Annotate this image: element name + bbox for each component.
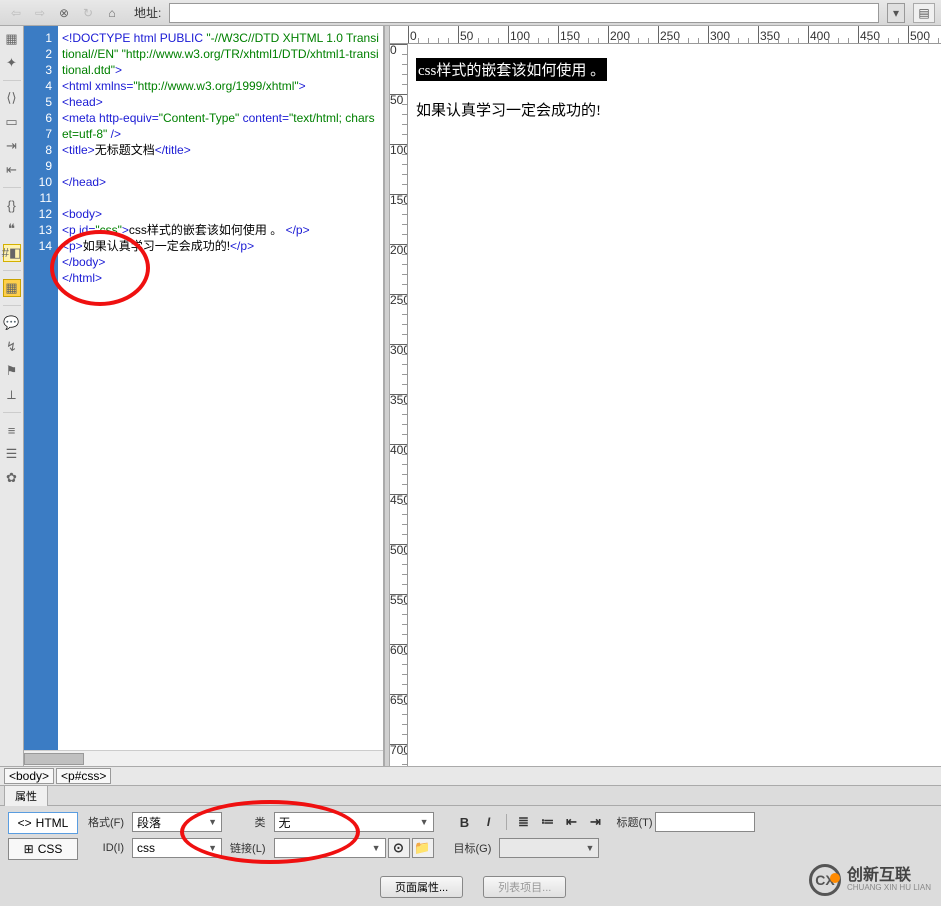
tool-link-icon[interactable]: ↯ xyxy=(3,338,21,356)
code-icon: <> xyxy=(18,816,32,830)
chevron-down-icon: ▼ xyxy=(420,817,429,827)
address-label: 地址: xyxy=(134,4,161,21)
properties-tab[interactable]: 属性 xyxy=(4,785,48,806)
tool-list-icon[interactable]: ☰ xyxy=(3,445,21,463)
outdent-button[interactable]: ⇤ xyxy=(561,812,583,832)
home-icon[interactable]: ⌂ xyxy=(102,3,122,23)
stop-icon[interactable]: ⊗ xyxy=(54,3,74,23)
id-select[interactable]: css▼ xyxy=(132,838,222,858)
main-area: ▦ ✦ ⟨⟩ ▭ ⇥ ⇤ {} ❝ #◧ ▦ 💬 ↯ ⚑ ⟂ ≡ ☰ ✿ 123… xyxy=(0,26,941,766)
properties-tab-bar: 属性 xyxy=(0,786,941,806)
tag-selector-bar: <body> <p#css> xyxy=(0,766,941,786)
forward-icon[interactable]: ⇨ xyxy=(30,3,50,23)
class-select[interactable]: 无▼ xyxy=(274,812,434,832)
link-point-icon[interactable]: ⊙ xyxy=(388,838,410,858)
tag-chip-body[interactable]: <body> xyxy=(4,768,54,784)
brand-logo: CX 创新互联 CHUANG XIN HU LIAN xyxy=(809,864,931,896)
address-toolbar: ⇦ ⇨ ⊗ ↻ ⌂ 地址: ▾ ▤ xyxy=(0,0,941,26)
tool-outdent-icon[interactable]: ⇤ xyxy=(3,161,21,179)
tool-bracket-icon[interactable]: {} xyxy=(3,196,21,214)
title-attr-label: 标题(T) xyxy=(617,814,653,830)
tag-chip-p-css[interactable]: <p#css> xyxy=(56,768,111,784)
id-label: ID(I) xyxy=(88,842,124,854)
chevron-down-icon: ▼ xyxy=(372,843,381,853)
list-item-button: 列表项目... xyxy=(483,876,566,898)
properties-panel: <> HTML ⊞ CSS 格式(F) 段落▼ 类 无▼ ID(I) css▼ … xyxy=(0,806,941,906)
code-h-scrollbar[interactable] xyxy=(24,750,383,766)
tool-tag-icon[interactable]: ⟨⟩ xyxy=(3,89,21,107)
address-dropdown-icon[interactable]: ▾ xyxy=(887,3,905,23)
tool-highlight-icon[interactable]: #◧ xyxy=(3,244,21,262)
tool-wand-icon[interactable]: ✦ xyxy=(3,54,21,72)
code-gutter: 1234567891011121314 xyxy=(24,26,58,750)
chevron-down-icon: ▼ xyxy=(208,843,217,853)
tool-quote-icon[interactable]: ❝ xyxy=(3,220,21,238)
tool-collapse-icon[interactable]: ▦ xyxy=(3,30,21,48)
link-browse-icon[interactable]: 📁 xyxy=(412,838,434,858)
link-select[interactable]: ▼ xyxy=(274,838,386,858)
bold-button[interactable]: B xyxy=(454,812,476,832)
tool-indent-icon[interactable]: ⇥ xyxy=(3,137,21,155)
css-icon: ⊞ xyxy=(24,842,34,856)
tool-misc-icon[interactable]: ✿ xyxy=(3,469,21,487)
tool-flag-icon[interactable]: ⚑ xyxy=(3,362,21,380)
code-editor[interactable]: <!DOCTYPE html PUBLIC "-//W3C//DTD XHTML… xyxy=(58,26,383,750)
back-icon[interactable]: ⇦ xyxy=(6,3,26,23)
page-properties-button[interactable]: 页面属性... xyxy=(380,876,463,898)
refresh-icon[interactable]: ↻ xyxy=(78,3,98,23)
ol-button[interactable]: ≔ xyxy=(537,812,559,832)
class-label: 类 xyxy=(230,814,265,830)
tool-comment-icon[interactable]: 💬 xyxy=(3,314,21,332)
tool-palette-icon[interactable]: ▦ xyxy=(3,279,21,297)
address-input[interactable] xyxy=(169,3,879,23)
css-mode-button[interactable]: ⊞ CSS xyxy=(8,838,78,860)
tool-align-icon[interactable]: ≡ xyxy=(3,421,21,439)
ul-button[interactable]: ≣ xyxy=(513,812,535,832)
format-select[interactable]: 段落▼ xyxy=(132,812,222,832)
link-label: 链接(L) xyxy=(230,840,265,856)
preview-selected-text[interactable]: css样式的嵌套该如何使用 。 xyxy=(416,58,607,81)
tool-ruler-icon[interactable]: ⟂ xyxy=(3,386,21,404)
tool-box-icon[interactable]: ▭ xyxy=(3,113,21,131)
ruler-horizontal: 050100150200250300350400450500 xyxy=(390,26,941,44)
title-input[interactable] xyxy=(655,812,755,832)
preview-panel: 050100150200250300350400450500 050100150… xyxy=(390,26,941,766)
format-label: 格式(F) xyxy=(88,814,124,830)
target-label: 目标(G) xyxy=(454,840,492,856)
html-mode-button[interactable]: <> HTML xyxy=(8,812,78,834)
ruler-vertical: 0501001502002503003504004505005506006507… xyxy=(390,44,408,766)
code-panel: 1234567891011121314 <!DOCTYPE html PUBLI… xyxy=(24,26,384,766)
chevron-down-icon: ▼ xyxy=(208,817,217,827)
grid-view-icon[interactable]: ▤ xyxy=(913,3,935,23)
preview-paragraph[interactable]: 如果认真学习一定会成功的! xyxy=(416,99,933,120)
side-toolbar: ▦ ✦ ⟨⟩ ▭ ⇥ ⇤ {} ❝ #◧ ▦ 💬 ↯ ⚑ ⟂ ≡ ☰ ✿ xyxy=(0,26,24,766)
preview-content[interactable]: css样式的嵌套该如何使用 。 如果认真学习一定会成功的! xyxy=(408,44,941,766)
indent-button[interactable]: ⇥ xyxy=(585,812,607,832)
target-select[interactable]: ▼ xyxy=(499,838,599,858)
chevron-down-icon: ▼ xyxy=(585,843,594,853)
logo-mark-icon: CX xyxy=(809,864,841,896)
italic-button[interactable]: I xyxy=(478,812,500,832)
